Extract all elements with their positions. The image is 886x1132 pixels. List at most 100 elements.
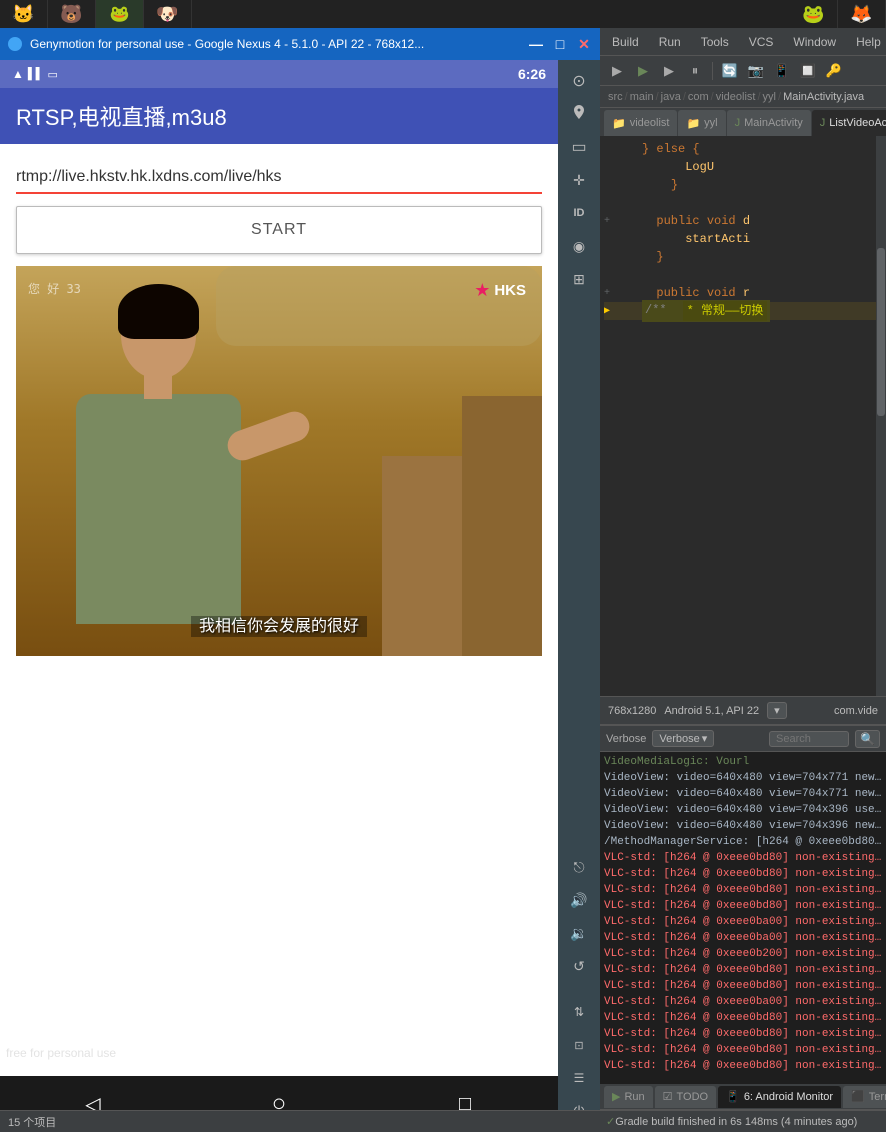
log-line-17: VLC-std: [h264 @ 0xeee0bd80] non-existin… [604, 1026, 882, 1042]
genymotion-title: Genymotion for personal use - Google Nex… [30, 37, 520, 51]
logcat-toolbar-text: Verbose [606, 733, 646, 745]
menu-tools[interactable]: Tools [697, 33, 733, 51]
tool-volume-down-icon[interactable]: 🔉 [564, 918, 594, 948]
logcat-toolbar: Verbose Verbose ▾ 🔍 [600, 726, 886, 752]
genymotion-icon [8, 37, 22, 51]
toolbar-debug-icon[interactable]: ▶ [632, 60, 654, 82]
taskbar-icon-6[interactable]: 🦊 [838, 0, 886, 28]
tab-yyl[interactable]: 📁 yyl [678, 110, 725, 136]
tab-videolist-icon: 📁 [612, 117, 626, 130]
logcat-content: VideoMediaLogic: Vourl VideoView: video=… [600, 752, 886, 1084]
toolbar-pause-icon[interactable]: ⏸ [684, 60, 706, 82]
toolbar-coverage-icon[interactable]: ▶ [658, 60, 680, 82]
maximize-button[interactable]: □ [552, 36, 568, 52]
toolbar-run-icon[interactable]: ▶ [606, 60, 628, 82]
tool-expand-icon[interactable]: ⊡ [564, 1030, 594, 1060]
logcat-search-button[interactable]: 🔍 [855, 730, 880, 748]
tool-rss-icon[interactable]: ◉ [564, 231, 594, 261]
taskbar-icon-4[interactable]: 🐶 [144, 0, 192, 28]
tool-id-icon[interactable]: ID [564, 198, 594, 228]
menu-vcs[interactable]: VCS [745, 33, 778, 51]
bottom-tab-terminal[interactable]: ⬛ Terminal [843, 1086, 886, 1108]
start-button[interactable]: START [16, 206, 542, 254]
minimize-button[interactable]: — [528, 36, 544, 52]
breadcrumb-current-file: MainActivity.java [783, 91, 864, 103]
tab-mainactivity[interactable]: J MainActivity [727, 110, 811, 136]
ide-bottom-tabs: ▶ Run ☑ TODO 📱 6: Android Monitor ⬛ Term… [600, 1084, 886, 1110]
log-line-8: VLC-std: [h264 @ 0xeee0bd80] non-existin… [604, 882, 882, 898]
tab-mainactivity-label: MainActivity [744, 117, 803, 129]
tab-mainactivity-icon: J [735, 117, 741, 129]
video-frame: 您 好 33 ★ HKS 我相信你会发展的很好 [16, 266, 542, 656]
menu-window[interactable]: Window [789, 33, 840, 51]
breadcrumb-com: com [688, 91, 709, 103]
taskbar-icon-3[interactable]: 🐸 [96, 0, 144, 28]
battery-icon: ▭ [47, 68, 57, 81]
toolbar-avd-icon[interactable]: 🔲 [797, 60, 819, 82]
line-content-2: LogU [642, 158, 714, 176]
verbose-dropdown[interactable]: Verbose ▾ [652, 730, 714, 747]
tab-listvideoactivity[interactable]: J ListVideoActivity.java × [812, 110, 886, 136]
app-titlebar: RTSP,电视直播,m3u8 [0, 88, 558, 144]
run-tab-label: Run [624, 1091, 644, 1103]
signal-icon: ▌▌ [28, 68, 44, 80]
tool-battery-icon[interactable]: ▭ [564, 132, 594, 162]
tab-videolist[interactable]: 📁 videolist [604, 110, 677, 136]
taskbar-icon-1[interactable]: 🐱 [0, 0, 48, 28]
status-time: 6:26 [518, 66, 546, 82]
todo-tab-icon: ☑ [663, 1090, 673, 1103]
genymotion-window: Genymotion for personal use - Google Nex… [0, 28, 600, 1132]
toolbar-key-icon[interactable]: 🔑 [823, 60, 845, 82]
tool-rotate-icon[interactable]: ↺ [564, 951, 594, 981]
video-person-body [76, 394, 241, 624]
gutter-annotation: ▶ [604, 301, 614, 321]
tool-share-icon[interactable]: ⎋ [564, 852, 594, 882]
menu-help[interactable]: Help [852, 33, 885, 51]
tool-arrows2-icon[interactable]: ⇅ [564, 997, 594, 1027]
bottom-tab-todo[interactable]: ☑ TODO [655, 1086, 716, 1108]
project-count-text: 15 个项目 [8, 1114, 56, 1130]
code-line-5: + public void d [604, 212, 876, 230]
tool-gps-icon[interactable] [564, 99, 594, 129]
video-person-hair [118, 284, 199, 339]
log-line-6: VLC-std: [h264 @ 0xeee0bd80] non-existin… [604, 850, 882, 866]
tool-camera-icon[interactable]: ⊙ [564, 66, 594, 96]
code-line-1: } else { [604, 140, 876, 158]
gutter-5: + [604, 211, 614, 231]
log-line-12: VLC-std: [h264 @ 0xeee0b200] non-existin… [604, 946, 882, 962]
breadcrumb-yyl: yyl [763, 91, 776, 103]
tool-arrows-icon[interactable]: ✛ [564, 165, 594, 195]
gradle-status-icon: ✓ [606, 1115, 615, 1128]
logcat-search-input[interactable] [769, 731, 849, 747]
menu-run[interactable]: Run [655, 33, 685, 51]
taskbar-icon-2[interactable]: 🐻 [48, 0, 96, 28]
code-line-8 [604, 266, 876, 284]
todo-tab-label: TODO [677, 1091, 709, 1103]
log-line-1: VideoView: video=640x480 view=704x771 ne… [604, 770, 882, 786]
breadcrumb: src / main / java / com / videolist / yy… [600, 86, 886, 108]
line-content-5: public void d [642, 212, 750, 230]
menu-build[interactable]: Build [608, 33, 643, 51]
code-editor: } else { LogU } [600, 136, 886, 696]
tab-yyl-icon: 📁 [686, 117, 700, 130]
url-input[interactable] [16, 164, 542, 190]
editor-scroll-area: } else { LogU } [600, 136, 886, 696]
code-line-3: } [604, 176, 876, 194]
log-line-5: /MethodManagerService: [h264 @ 0xeee0bd8… [604, 834, 882, 850]
toolbar-device-icon[interactable]: 📱 [771, 60, 793, 82]
bottom-tab-android-monitor[interactable]: 📱 6: Android Monitor [718, 1086, 841, 1108]
tool-volume-up-icon[interactable]: 🔊 [564, 885, 594, 915]
editor-vscrollbar[interactable] [876, 136, 886, 696]
taskbar-icon-5[interactable]: 🐸 [790, 0, 838, 28]
annotation-arrow-icon: ▶ [604, 306, 610, 317]
ide-window: Build Run Tools VCS Window Help ▶ ▶ ▶ ⏸ … [600, 28, 886, 1132]
top-taskbar: 🐱 🐻 🐸 🐶 🐸 🦊 [0, 0, 886, 28]
video-decor-3 [216, 266, 542, 346]
toolbar-sync-icon[interactable]: 🔄 [719, 60, 741, 82]
toolbar-screenshot-icon[interactable]: 📷 [745, 60, 767, 82]
close-button[interactable]: ✕ [576, 36, 592, 52]
tool-grid-icon[interactable]: ⊞ [564, 264, 594, 294]
device-dropdown[interactable]: ▾ [767, 702, 787, 719]
bottom-tab-run[interactable]: ▶ Run [604, 1086, 653, 1108]
tool-menu-icon[interactable]: ☰ [564, 1063, 594, 1093]
